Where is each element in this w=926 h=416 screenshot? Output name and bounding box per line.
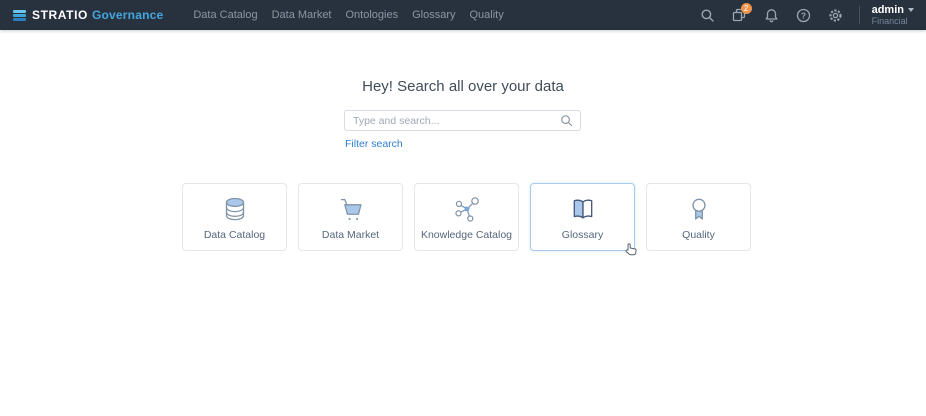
page-title: Hey! Search all over your data [0, 78, 926, 95]
chevron-down-icon [908, 8, 914, 12]
nav-item-data-market[interactable]: Data Market [272, 9, 332, 21]
svg-text:?: ? [801, 10, 806, 20]
database-icon [183, 192, 286, 228]
medal-icon [647, 192, 750, 228]
logo-product-text: Governance [92, 8, 163, 22]
app-logo[interactable]: STRATIO Governance [13, 8, 163, 22]
notification-badge: 2 [741, 3, 752, 14]
user-name: admin [872, 4, 904, 16]
card-label: Quality [682, 229, 715, 241]
card-label: Data Market [322, 229, 379, 241]
card-label: Knowledge Catalog [421, 229, 512, 241]
help-icon[interactable]: ? [791, 2, 817, 28]
search-input[interactable] [345, 111, 560, 130]
bell-icon[interactable] [759, 2, 785, 28]
search-icon[interactable] [695, 2, 721, 28]
graph-icon [415, 192, 518, 228]
nav-item-quality[interactable]: Quality [470, 9, 504, 21]
top-navigation-bar: STRATIO Governance Data Catalog Data Mar… [0, 0, 926, 30]
stratio-logo-icon [13, 10, 26, 21]
card-knowledge-catalog[interactable]: Knowledge Catalog [414, 183, 519, 251]
search-icon[interactable] [560, 114, 573, 127]
global-search-box [344, 110, 581, 131]
topbar-divider [859, 6, 860, 24]
topbar-actions: 2 ? admin Financial [695, 2, 926, 28]
nav-item-glossary[interactable]: Glossary [412, 9, 455, 21]
card-label: Glossary [562, 229, 603, 241]
filter-search-link[interactable]: Filter search [345, 138, 403, 150]
logo-brand-text: STRATIO [32, 8, 88, 22]
cart-icon [299, 192, 402, 228]
tasks-icon[interactable]: 2 [727, 2, 753, 28]
gear-icon[interactable] [823, 2, 849, 28]
nav-item-data-catalog[interactable]: Data Catalog [193, 9, 257, 21]
user-organization: Financial [872, 17, 908, 27]
card-quality[interactable]: Quality [646, 183, 751, 251]
card-data-catalog[interactable]: Data Catalog [182, 183, 287, 251]
card-glossary[interactable]: Glossary [530, 183, 635, 251]
main-nav: Data Catalog Data Market Ontologies Glos… [193, 9, 503, 21]
card-label: Data Catalog [204, 229, 265, 241]
book-icon [531, 192, 634, 228]
user-menu[interactable]: admin Financial [872, 4, 914, 27]
nav-item-ontologies[interactable]: Ontologies [346, 9, 399, 21]
module-cards: Data Catalog Data Market [182, 183, 751, 251]
card-data-market[interactable]: Data Market [298, 183, 403, 251]
